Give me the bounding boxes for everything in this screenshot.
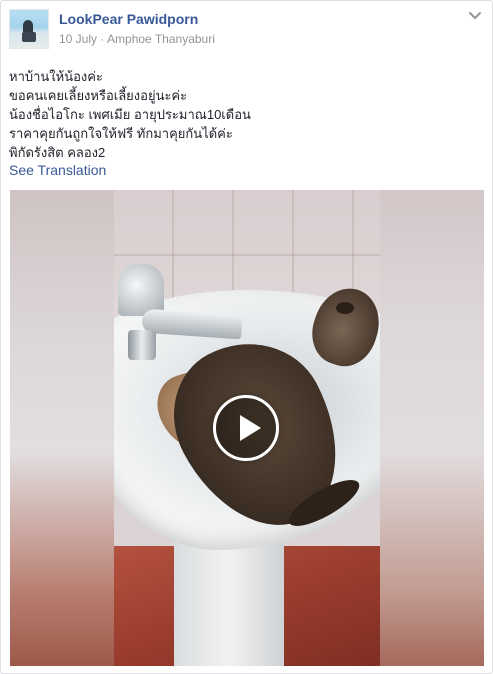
message-line: พิกัดรังสิต คลอง2 (9, 145, 106, 160)
post-location[interactable]: Amphoe Thanyaburi (107, 32, 215, 46)
message-line: น้องชื่อไอโกะ เพศเมีย อายุประมาณ10เดือน (9, 107, 251, 122)
video-blur-right (380, 190, 484, 666)
message-line: ราคาคุยกันถูกใจให้ฟรี ทักมาคุยกันได้ค่ะ (9, 126, 233, 141)
chevron-down-icon[interactable] (468, 11, 482, 21)
meta-separator: · (100, 32, 105, 46)
video-player[interactable] (10, 190, 484, 666)
post-meta: 10 July · Amphoe Thanyaburi (59, 32, 215, 46)
author-name[interactable]: LookPear Pawidporn (59, 11, 198, 27)
feed-post: LookPear Pawidporn 10 July · Amphoe Thanya… (0, 0, 493, 674)
see-translation-link[interactable]: See Translation (9, 162, 106, 178)
play-button[interactable] (213, 395, 279, 461)
post-message: หาบ้านให้น้องค่ะ ขอคนเคยเลี้ยงหรือเลี้ยง… (9, 67, 484, 162)
faucet-stem (128, 330, 156, 360)
post-date[interactable]: 10 July (59, 32, 97, 46)
otter-nose (336, 302, 354, 314)
avatar[interactable] (9, 9, 49, 49)
play-icon (240, 415, 261, 441)
message-line: ขอคนเคยเลี้ยงหรือเลี้ยงอยู่นะค่ะ (9, 88, 188, 103)
video-blur-left (10, 190, 114, 666)
post-header: LookPear Pawidporn 10 July · Amphoe Thanya… (9, 9, 484, 51)
message-line: หาบ้านให้น้องค่ะ (9, 69, 103, 84)
faucet-handle (118, 264, 164, 316)
avatar-figure-body (22, 32, 36, 42)
